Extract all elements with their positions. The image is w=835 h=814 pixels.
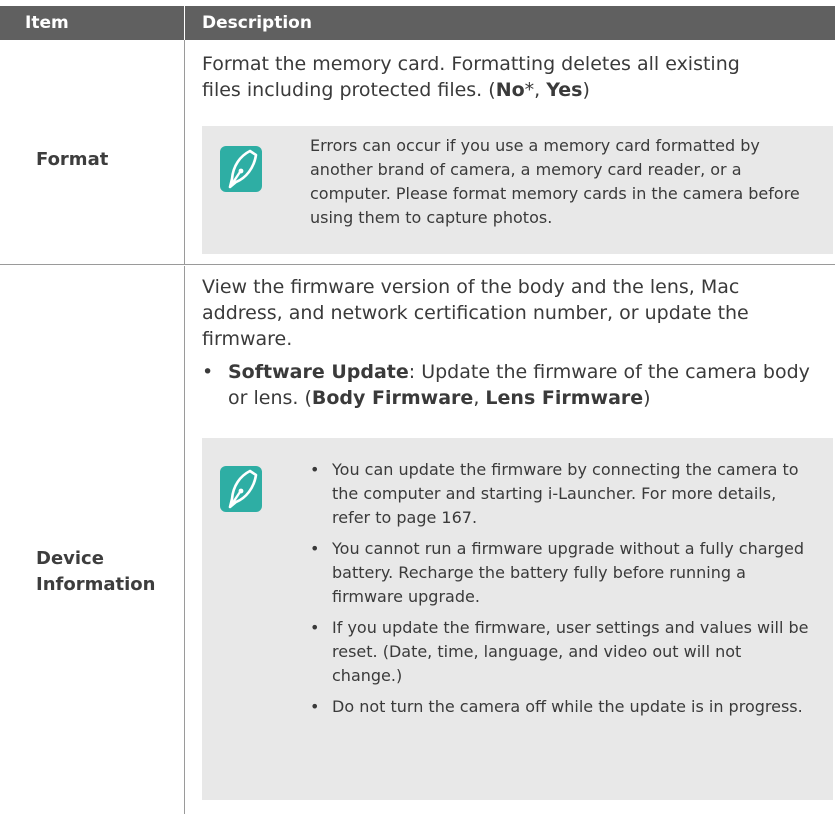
option-close-paren: ) [643,387,651,409]
pen-note-icon [220,466,262,512]
format-note-text: Errors can occur if you use a memory car… [310,136,800,227]
format-description: Format the memory card. Formatting delet… [202,51,817,103]
header-divider [184,6,185,40]
note-box-format: Errors can occur if you use a memory car… [202,126,833,254]
column-divider [184,40,185,264]
item-device-line1: Device [36,548,104,569]
column-divider [184,266,185,814]
bullet-dot: • [310,539,320,558]
option-close: ) [582,79,590,101]
bullet-dot: • [310,697,320,716]
note-item: • Do not turn the camera off while the up… [310,695,815,719]
option-no: No [495,79,525,101]
note-item-text: You cannot run a firmware upgrade withou… [332,539,804,606]
option-sep: *, [524,79,547,101]
item-device-information: Device Information [36,546,155,598]
header-item: Item [25,13,69,33]
software-update-text: Software Update: Update the firmware of … [228,359,817,411]
row-divider [0,264,835,265]
header-description: Description [202,13,312,33]
note-item: • You can update the firmware by connecti… [310,458,815,530]
bullet-dot: • [310,460,320,479]
software-update-title: Software Update [228,361,409,383]
note-item-text: If you update the firmware, user setting… [332,618,809,685]
option-yes: Yes [546,79,583,101]
item-device-line2: Information [36,574,156,595]
option-lens-firmware: Lens Firmware [485,387,644,409]
option-separator: , [473,387,486,409]
format-description-line2: files including protected files. (No*, Y… [202,77,817,103]
note-box-device: • You can update the firmware by connecti… [202,438,833,800]
note-item: • If you update the firmware, user settin… [310,616,815,688]
item-format: Format [36,149,109,170]
note-item: • You cannot run a firmware upgrade witho… [310,537,815,609]
note-item-text: You can update the firmware by connectin… [332,460,799,527]
pen-note-icon [220,146,262,192]
format-text: files including protected files. ( [202,79,496,101]
bullet-dot: • [202,361,214,383]
table-header: Item Description [0,6,835,40]
bullet-dot: • [310,618,320,637]
note-item-text: Do not turn the camera off while the upd… [332,697,803,716]
device-description: View the firmware version of the body an… [202,276,749,350]
device-note-list: • You can update the firmware by connecti… [310,458,815,726]
format-description-line1: Format the memory card. Formatting delet… [202,53,740,75]
option-body-firmware: Body Firmware [311,387,474,409]
